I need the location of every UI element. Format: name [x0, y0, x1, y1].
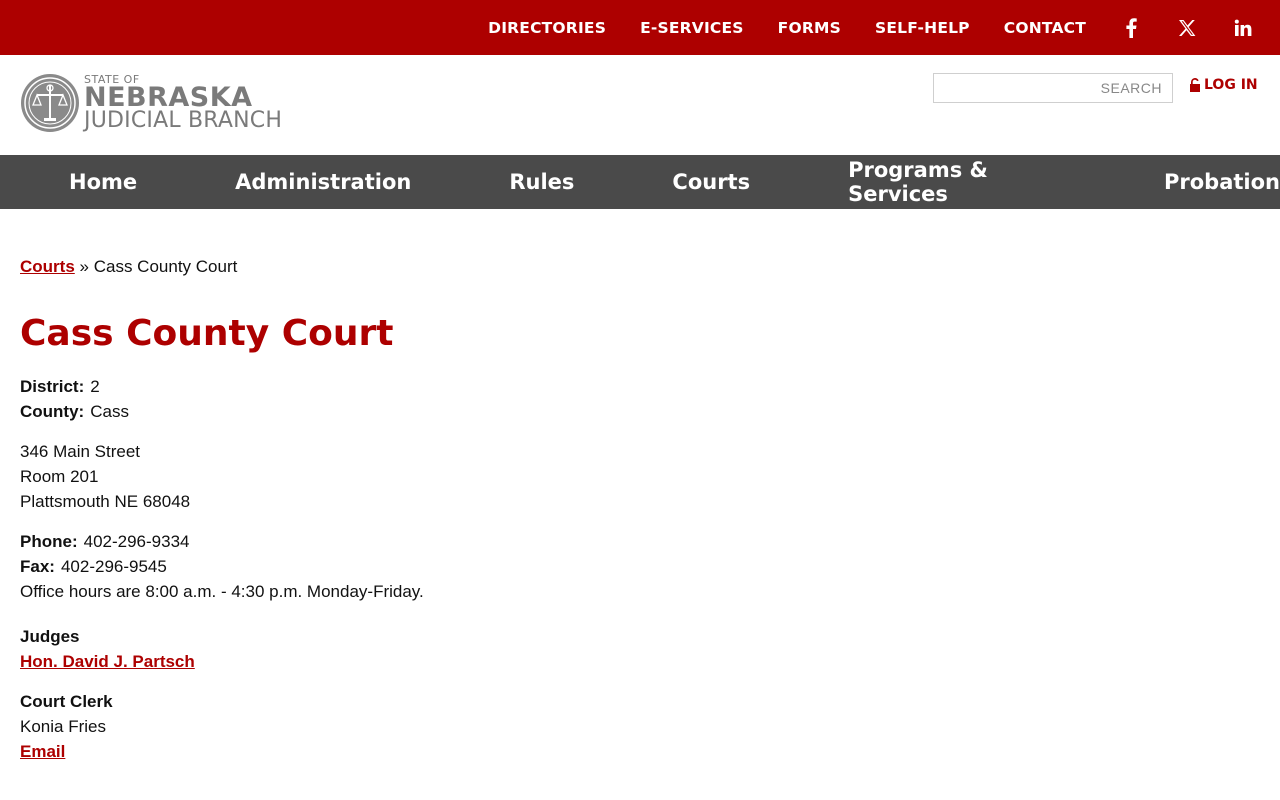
address-line-3: Plattsmouth NE 68048	[20, 492, 191, 511]
district-label: District:	[20, 377, 85, 396]
page-title: Cass County Court	[20, 313, 394, 354]
top-nav-e-services[interactable]: E-SERVICES	[640, 19, 744, 37]
phone-value: 402-296-9334	[83, 532, 190, 551]
logo-wordmark: STATE OF NEBRASKA JUDICIAL BRANCH	[84, 74, 282, 132]
breadcrumb-separator: »	[79, 257, 89, 276]
breadcrumb-current: Cass County Court	[93, 257, 238, 276]
main-navigation: Home Administration Rules Courts Program…	[0, 155, 1280, 209]
nav-programs-services[interactable]: Programs & Services	[848, 158, 1066, 206]
county-label: County:	[20, 402, 85, 421]
address-line-1: 346 Main Street	[20, 442, 141, 461]
logo-judicial-branch: JUDICIAL BRANCH	[84, 108, 283, 133]
nav-home[interactable]: Home	[69, 170, 137, 194]
top-nav-contact[interactable]: CONTACT	[1004, 19, 1086, 37]
breadcrumb: Courts » Cass County Court	[20, 257, 1280, 277]
top-nav-forms[interactable]: FORMS	[778, 19, 841, 37]
search-input[interactable]	[933, 73, 1173, 103]
nav-administration[interactable]: Administration	[235, 170, 411, 194]
county-row: County: Cass	[20, 399, 1280, 424]
seal-icon	[21, 74, 79, 132]
site-header: STATE OF NEBRASKA JUDICIAL BRANCH LOG IN	[0, 55, 1280, 155]
nav-probation[interactable]: Probation	[1164, 170, 1280, 194]
county-value: Cass	[90, 402, 129, 421]
top-nav-self-help[interactable]: SELF-HELP	[875, 19, 970, 37]
fax-value: 402-296-9545	[60, 557, 167, 576]
main-content: Courts » Cass County Court Cass County C…	[0, 209, 1280, 764]
judge-link[interactable]: Hon. David J. Partsch	[20, 652, 195, 671]
facebook-icon[interactable]	[1120, 17, 1142, 39]
nav-courts[interactable]: Courts	[672, 170, 750, 194]
district-row: District: 2	[20, 374, 1280, 399]
logo-nebraska: NEBRASKA	[84, 82, 253, 113]
court-clerk-title: Court Clerk	[20, 692, 113, 711]
nav-rules[interactable]: Rules	[509, 170, 574, 194]
address-line-2: Room 201	[20, 467, 99, 486]
login-link[interactable]: LOG IN	[1189, 77, 1258, 93]
lock-icon	[1190, 78, 1200, 92]
breadcrumb-courts-link[interactable]: Courts	[20, 257, 75, 276]
nebraska-judicial-logo[interactable]: STATE OF NEBRASKA JUDICIAL BRANCH	[20, 73, 282, 133]
top-utility-bar: DIRECTORIES E-SERVICES FORMS SELF-HELP C…	[0, 0, 1280, 55]
phone-label: Phone:	[20, 532, 78, 551]
fax-row: Fax: 402-296-9545	[20, 554, 1280, 579]
fax-label: Fax:	[20, 557, 55, 576]
office-hours: Office hours are 8:00 a.m. - 4:30 p.m. M…	[20, 582, 424, 601]
phone-row: Phone: 402-296-9334	[20, 529, 1280, 554]
clerk-name: Konia Fries	[20, 717, 106, 736]
district-value: 2	[90, 377, 100, 396]
login-label: LOG IN	[1204, 77, 1258, 93]
x-icon[interactable]	[1176, 17, 1198, 39]
linkedin-icon[interactable]	[1232, 17, 1254, 39]
judges-title: Judges	[20, 627, 80, 646]
clerk-email-link[interactable]: Email	[20, 742, 65, 761]
top-nav-directories[interactable]: DIRECTORIES	[488, 19, 606, 37]
